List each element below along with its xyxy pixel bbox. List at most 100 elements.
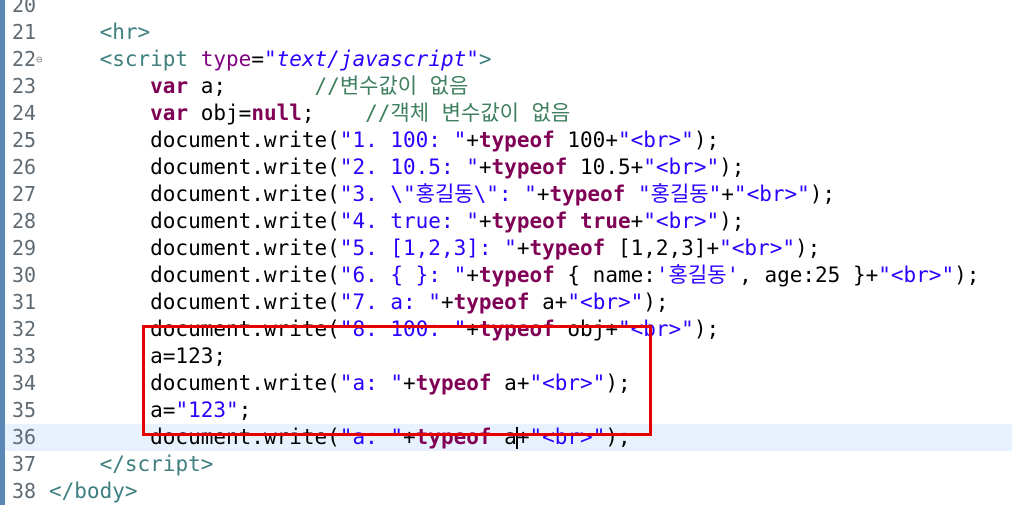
token-pl: ); (693, 128, 720, 152)
code-line[interactable]: 21 <hr> (0, 19, 1012, 46)
token-pl: 100+ (554, 128, 618, 152)
line-number: 20 (12, 0, 37, 17)
code-line[interactable]: 37 </script> (0, 451, 1012, 478)
line-number: 33 (12, 344, 37, 368)
code-line[interactable]: 20 (0, 0, 1012, 19)
token-str: "8. 100: " (339, 317, 467, 341)
token-pl: + (630, 209, 644, 233)
code-line[interactable]: 27 document.write("3. \"홍길동\": "+typeof … (0, 181, 1012, 208)
token-str: "3. \"홍길동\": " (339, 182, 537, 206)
token-pl: ); (605, 371, 631, 395)
token-tag: </ (99, 452, 125, 476)
code-line[interactable]: 23 var a; //변수값이 없음 (0, 73, 1012, 100)
token-str: "<br>" (643, 209, 720, 233)
token-pl: document.write( (49, 155, 340, 179)
token-kw: typeof (415, 425, 492, 449)
token-pl: 10.5+ (567, 155, 644, 179)
code-line[interactable]: 31 document.write("7. a: "+typeof a+"<br… (0, 289, 1012, 316)
token-kw: null (251, 101, 302, 125)
token-kw: typeof (415, 371, 492, 395)
code-text: document.write("6. { }: "+typeof { name:… (49, 262, 979, 289)
token-pl: ); (809, 182, 836, 206)
token-kw: typeof (453, 290, 530, 314)
token-pl: + (466, 263, 479, 287)
token-cmt: //변수값이 없음 (314, 74, 469, 98)
token-pl: document.write( (49, 317, 340, 341)
code-line[interactable]: 38 </body> (0, 478, 1012, 505)
token-str: '홍길동' (655, 263, 740, 287)
line-number: 36 (12, 425, 37, 449)
code-line[interactable]: 33 a=123; (0, 343, 1012, 370)
code-text: a="123"; (49, 397, 251, 424)
token-pl: ); (794, 236, 821, 260)
token-kw: typeof (491, 209, 568, 233)
token-kw: typeof (491, 155, 568, 179)
code-line[interactable]: 29 document.write("5. [1,2,3]: "+typeof … (0, 235, 1012, 262)
token-pl: document.write( (49, 371, 340, 395)
token-str: "7. a: " (339, 290, 441, 314)
code-line[interactable]: 24 var obj=null; //객체 변수값이 없음 (0, 100, 1012, 127)
code-editor[interactable]: 20 21 <hr> 22 ⊖ <script type="text/javascri… (0, 0, 1012, 505)
code-line[interactable]: 26 document.write("2. 10.5: "+typeof 10.… (0, 154, 1012, 181)
code-text: a=123; (49, 343, 226, 370)
token-pl: + (478, 209, 492, 233)
token-pl: obj= (188, 101, 252, 125)
token-pl: ; (238, 398, 252, 422)
line-number: 37 (12, 452, 37, 476)
code-text: </script> (49, 451, 214, 478)
code-text: document.write("8. 100: "+typeof obj+"<b… (49, 316, 719, 343)
token-str: "a: " (339, 371, 404, 395)
token-kw: var (150, 74, 189, 98)
line-number: 34 (12, 371, 37, 395)
token-pl: ; (301, 101, 366, 125)
token-str: "4. true: " (339, 209, 479, 233)
code-line[interactable]: 35 a="123"; (0, 397, 1012, 424)
token-pl: document.write( (49, 128, 340, 152)
code-text: document.write("3. \"홍길동\": "+typeof "홍길… (49, 181, 835, 208)
code-text: </body> (49, 478, 138, 505)
line-number: 27 (12, 182, 37, 206)
token-str: "홍길동" (638, 182, 722, 206)
token-pl: + (516, 236, 530, 260)
token-pl: document.write( (49, 209, 340, 233)
code-text: <script type="text/javascript"> (49, 46, 492, 73)
token-pl: document.write( (49, 263, 340, 287)
code-line[interactable]: 32 document.write("8. 100: "+typeof obj+… (0, 316, 1012, 343)
token-pl: a=123; (49, 344, 227, 368)
token-pl: = (251, 47, 264, 71)
line-number: 30 (12, 263, 37, 287)
line-number: 32 (12, 317, 37, 341)
token-pl: ); (605, 425, 631, 449)
token-kw: typeof (549, 182, 626, 206)
code-line[interactable]: 36 document.write("a: "+typeof a+"<br>")… (0, 424, 1012, 451)
token-pl: document.write( (49, 290, 340, 314)
code-line[interactable]: 28 document.write("4. true: "+typeof tru… (0, 208, 1012, 235)
token-str: "<br>" (733, 182, 810, 206)
token-cmt: //객체 변수값이 없음 (365, 101, 571, 125)
code-line[interactable]: 30 document.write("6. { }: "+typeof { na… (0, 262, 1012, 289)
code-line[interactable]: 34 document.write("a: "+typeof a+"<br>")… (0, 370, 1012, 397)
fold-toggle-icon[interactable]: ⊖ (36, 46, 43, 73)
line-number: 21 (12, 20, 37, 44)
code-line[interactable]: 22 ⊖ <script type="text/javascript"> (0, 46, 1012, 73)
code-text: <hr> (49, 19, 151, 46)
token-str: "<br>" (617, 317, 694, 341)
token-pl: a+ (529, 290, 568, 314)
code-text: document.write("7. a: "+typeof a+"<br>")… (49, 289, 668, 316)
code-text: document.write("1. 100: "+typeof 100+"<b… (49, 127, 719, 154)
code-line[interactable]: 25 document.write("1. 100: "+typeof 100+… (0, 127, 1012, 154)
token-str: "6. { }: " (339, 263, 467, 287)
token-pl: + (478, 155, 492, 179)
token-tag: <hr> (99, 20, 151, 44)
token-pl: ); (719, 155, 745, 179)
token-str: "1. 100: " (339, 128, 467, 152)
token-str: "<br>" (529, 371, 606, 395)
token-kw: true (580, 209, 631, 233)
token-pl: + (440, 290, 454, 314)
token-kw: typeof (478, 263, 555, 287)
token-pl: + (403, 425, 416, 449)
